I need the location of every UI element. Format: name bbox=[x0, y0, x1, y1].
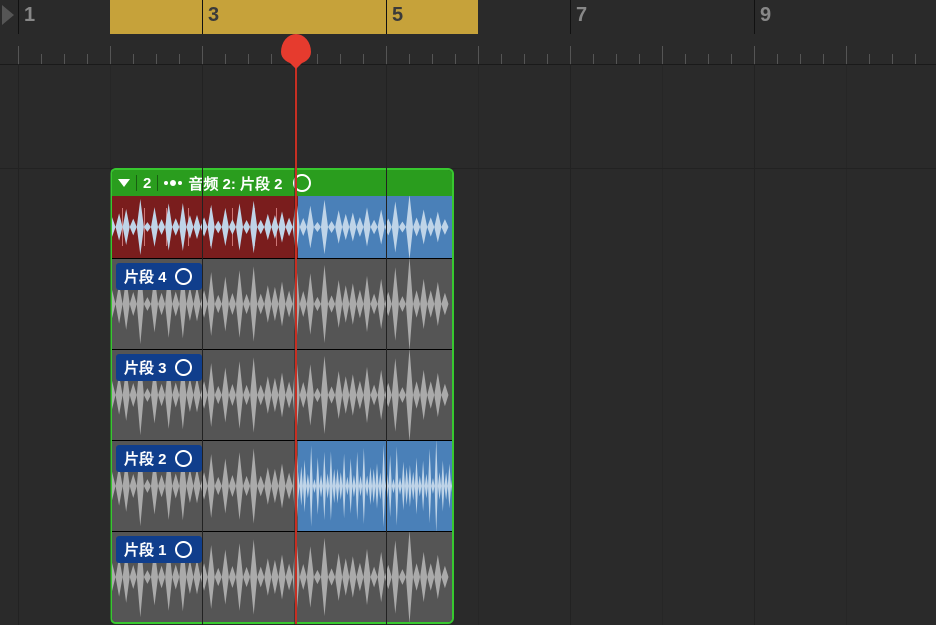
quick-swipe-icon[interactable] bbox=[164, 180, 182, 186]
bar-number: 7 bbox=[570, 4, 587, 27]
bar-number: 5 bbox=[386, 4, 403, 27]
take-row[interactable]: 片段 1 bbox=[112, 531, 452, 622]
loop-indicator-icon bbox=[175, 359, 192, 376]
cycle-region[interactable] bbox=[110, 0, 478, 34]
track-row-bg bbox=[0, 78, 936, 169]
loop-indicator-icon bbox=[175, 268, 192, 285]
bar-number: 1 bbox=[18, 4, 35, 27]
take-folder[interactable]: 2 音频 2: 片段 2 片段 4 片段 3 片段 2 片段 1 bbox=[110, 168, 454, 624]
loop-indicator-icon bbox=[175, 541, 192, 558]
loop-indicator-icon bbox=[175, 450, 192, 467]
divider bbox=[136, 175, 137, 191]
take-row[interactable]: 片段 2 bbox=[112, 440, 452, 531]
ruler-start-triangle bbox=[2, 5, 14, 25]
take-row[interactable]: 片段 4 bbox=[112, 258, 452, 349]
bar-number: 3 bbox=[202, 4, 219, 27]
loop-indicator-icon bbox=[293, 174, 311, 192]
timeline-beat-ruler[interactable] bbox=[0, 34, 936, 65]
take-label[interactable]: 片段 4 bbox=[116, 263, 202, 290]
playhead-handle[interactable] bbox=[281, 34, 311, 64]
take-number: 2 bbox=[143, 175, 151, 192]
take-label[interactable]: 片段 1 bbox=[116, 536, 202, 563]
divider bbox=[157, 175, 158, 191]
take-label[interactable]: 片段 3 bbox=[116, 354, 202, 381]
disclosure-triangle-icon[interactable] bbox=[118, 179, 130, 187]
bar-number: 9 bbox=[754, 4, 771, 27]
comp-row[interactable] bbox=[112, 196, 452, 258]
take-selected-zone[interactable] bbox=[298, 441, 454, 531]
timeline-bar-ruler[interactable]: 1 3 5 7 9 bbox=[0, 0, 936, 35]
take-row[interactable]: 片段 3 bbox=[112, 349, 452, 440]
take-label[interactable]: 片段 2 bbox=[116, 445, 202, 472]
waveform bbox=[112, 196, 452, 258]
tracks-area[interactable]: 2 音频 2: 片段 2 片段 4 片段 3 片段 2 片段 1 bbox=[0, 64, 936, 625]
take-folder-header[interactable]: 2 音频 2: 片段 2 bbox=[112, 170, 452, 196]
